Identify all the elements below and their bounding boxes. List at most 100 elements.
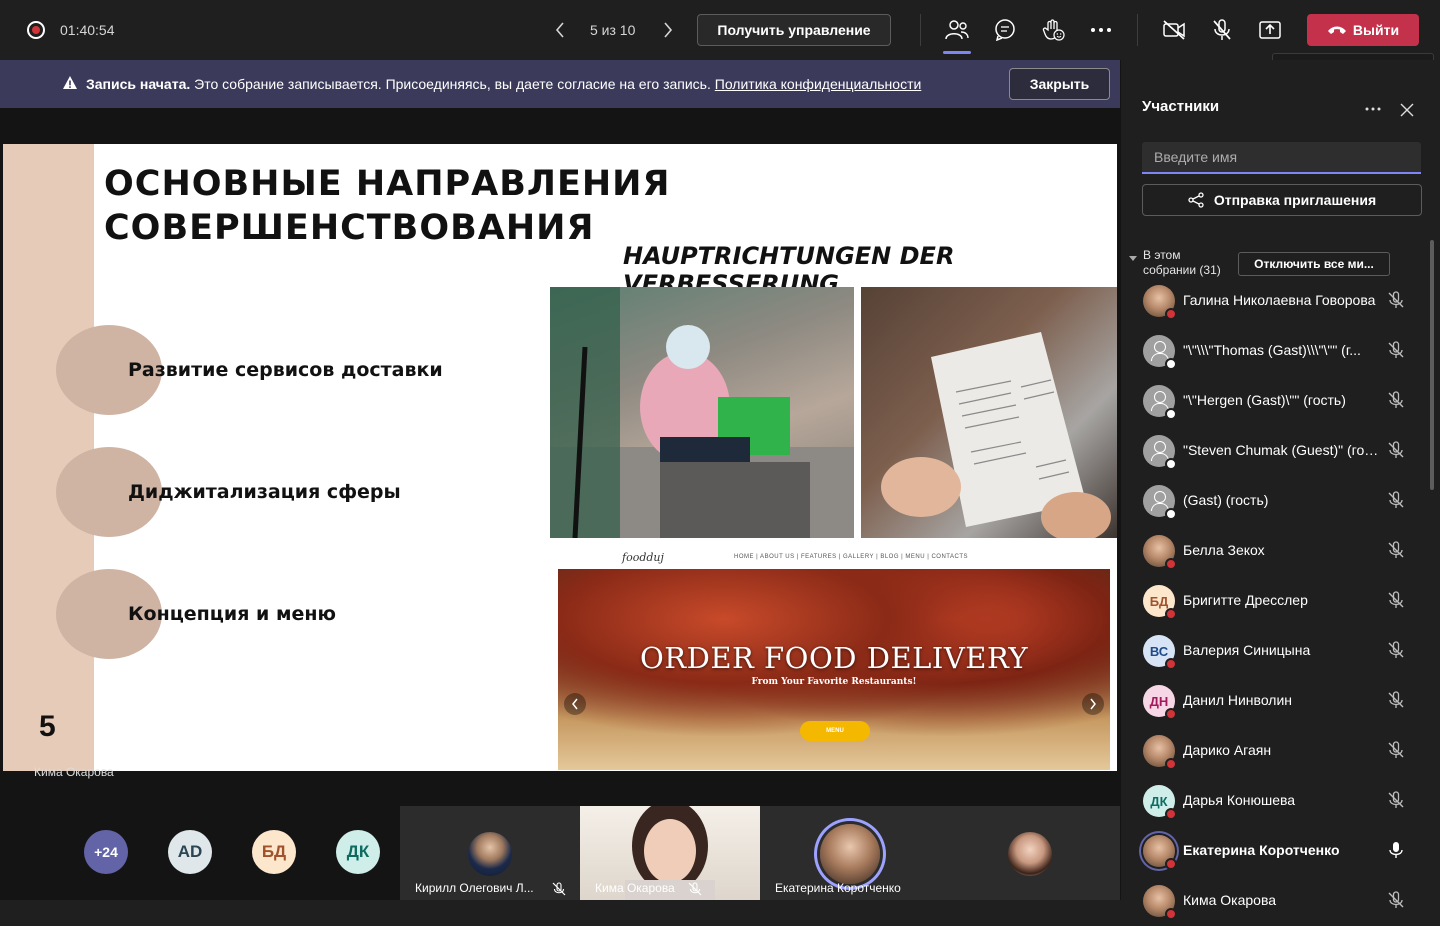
in-meeting-section-toggle[interactable]: В этом собрании (31) [1129, 248, 1229, 278]
participant-mic-button[interactable] [1386, 790, 1406, 810]
participants-button[interactable] [943, 16, 971, 54]
participant-name: Кима Окарова [1183, 892, 1277, 908]
share-icon [1188, 192, 1204, 208]
participant-mic-button[interactable] [1386, 290, 1406, 310]
mic-toggle-button[interactable] [1208, 16, 1236, 44]
people-icon [945, 20, 969, 40]
mute-all-button[interactable]: Отключить все ми... [1238, 252, 1390, 276]
mic-off-icon [1388, 891, 1404, 908]
active-speaker-avatar [820, 824, 880, 884]
participant-name: Дарико Агаян [1183, 742, 1272, 758]
participant-mic-button[interactable] [1386, 640, 1406, 660]
video-tile[interactable]: Кирилл Олегович Л... [400, 806, 580, 900]
participant-row[interactable]: Кима Окарова [1121, 876, 1431, 926]
hero-subtitle: From Your Favorite Restaurants! [751, 677, 917, 687]
mic-off-icon [1388, 641, 1404, 658]
participant-mic-button[interactable] [1386, 590, 1406, 610]
reactions-button[interactable] [1039, 16, 1067, 44]
video-tile[interactable]: Екатерина Коротченко [760, 806, 940, 900]
participant-mic-button[interactable] [1386, 890, 1406, 910]
chat-button[interactable] [991, 16, 1019, 44]
participant-avatar [468, 832, 512, 876]
video-tile-label: Екатерина Коротченко [775, 881, 901, 895]
take-control-button[interactable]: Получить управление [697, 14, 891, 46]
camera-off-icon [1163, 20, 1185, 40]
presence-status-icon [1165, 808, 1177, 820]
close-banner-button[interactable]: Закрыть [1009, 68, 1110, 100]
participant-name: Белла Зекох [1183, 542, 1265, 558]
leave-button[interactable]: Выйти [1307, 14, 1419, 46]
privacy-policy-link[interactable]: Политика конфиденциальности [715, 76, 922, 92]
video-tile[interactable] [940, 806, 1120, 900]
participant-row[interactable]: "\"\\\"Thomas (Gast)\\\"\"" (г... [1121, 326, 1431, 376]
presence-status-icon [1165, 658, 1177, 670]
next-slide-button[interactable] [656, 18, 680, 42]
presentation-slide: ОСНОВНЫЕ НАПРАВЛЕНИЯ СОВЕРШЕНСТВОВАНИЯ H… [3, 144, 1117, 771]
participant-avatar[interactable]: ДК [336, 830, 380, 874]
participant-avatar[interactable]: AD [168, 830, 212, 874]
bullet-text: Диджитализация сферы [128, 481, 401, 503]
participant-row[interactable]: Галина Николаевна Говорова [1121, 276, 1431, 326]
warning-icon [63, 76, 77, 89]
participant-row[interactable]: "\"Hergen (Gast)\"" (гость) [1121, 376, 1431, 426]
participant-name: Дарья Конюшева [1183, 792, 1296, 808]
participant-mic-button[interactable] [1386, 690, 1406, 710]
slide-title: ОСНОВНЫЕ НАПРАВЛЕНИЯ СОВЕРШЕНСТВОВАНИЯ [104, 162, 670, 250]
participants-panel: Участники Отправка приглашения В этом со… [1120, 60, 1440, 920]
participant-mic-button[interactable] [1386, 390, 1406, 410]
participant-row[interactable]: БД Бригитте Дресслер [1121, 576, 1431, 626]
website-nav: HOME | ABOUT US | FEATURES | GALLERY | B… [734, 554, 969, 560]
mic-off-icon [688, 882, 702, 896]
panel-more-button[interactable] [1361, 98, 1385, 120]
delivery-courier-photo [550, 287, 854, 538]
participant-mic-button[interactable] [1386, 540, 1406, 560]
website-header: foodduj HOME | ABOUT US | FEATURES | GAL… [554, 545, 1114, 569]
participant-row[interactable]: ДК Дарья Конюшева [1121, 776, 1431, 826]
participant-row[interactable]: ВС Валерия Синицына [1121, 626, 1431, 676]
share-content-button[interactable] [1256, 16, 1284, 44]
recording-banner: Запись начата. Это собрание записывается… [0, 60, 1120, 108]
presence-status-icon [1165, 358, 1177, 370]
participant-mic-button[interactable] [1386, 340, 1406, 360]
camera-toggle-button[interactable] [1160, 16, 1188, 44]
participant-row[interactable]: Екатерина Коротченко [1121, 826, 1431, 876]
more-participants-count[interactable]: +24 [84, 830, 128, 874]
participant-name: Екатерина Коротченко [1183, 842, 1340, 858]
participant-row[interactable]: Дарико Агаян [1121, 726, 1431, 776]
participant-mic-button[interactable] [1386, 740, 1406, 760]
participant-search-input[interactable] [1142, 142, 1421, 174]
panel-close-button[interactable] [1395, 98, 1419, 122]
video-tile[interactable]: Кима Окарова [580, 806, 760, 900]
previous-slide-button[interactable] [548, 18, 572, 42]
more-actions-button[interactable] [1087, 16, 1115, 44]
participant-name: Валерия Синицына [1183, 642, 1311, 658]
meeting-timer: 01:40:54 [60, 22, 115, 38]
mic-off-icon [1388, 341, 1404, 358]
video-tile-label: Кирилл Олегович Л... [415, 881, 534, 895]
participant-mic-button[interactable] [1386, 440, 1406, 460]
participant-row[interactable]: Белла Зекох [1121, 526, 1431, 576]
chevron-right-icon [1082, 693, 1104, 715]
participant-mic-button[interactable] [1386, 840, 1406, 860]
banner-message: Запись начата. Это собрание записывается… [86, 76, 921, 92]
participant-row[interactable]: (Gast) (гость) [1121, 476, 1431, 526]
participant-row[interactable]: ДН Данил Нинволин [1121, 676, 1431, 726]
presence-status-icon [1165, 708, 1177, 720]
more-horizontal-icon [1091, 28, 1111, 32]
participant-avatar[interactable]: БД [252, 830, 296, 874]
mic-off-icon [1388, 791, 1404, 808]
panel-title: Участники [1142, 98, 1220, 115]
close-icon [1400, 103, 1414, 117]
participant-row[interactable]: "Steven Chumak (Guest)" (гос... [1121, 426, 1431, 476]
participant-name: Галина Николаевна Говорова [1183, 292, 1376, 308]
chevron-right-icon [664, 22, 673, 38]
mic-off-icon [1388, 741, 1404, 758]
mic-off-icon [1388, 491, 1404, 508]
share-invite-button[interactable]: Отправка приглашения [1142, 184, 1422, 216]
presenter-name: Кима Окарова [34, 765, 114, 779]
presence-status-icon [1165, 308, 1177, 320]
presence-status-icon [1165, 458, 1177, 470]
participant-mic-button[interactable] [1386, 490, 1406, 510]
mic-off-icon [1388, 541, 1404, 558]
mic-off-icon [1388, 441, 1404, 458]
